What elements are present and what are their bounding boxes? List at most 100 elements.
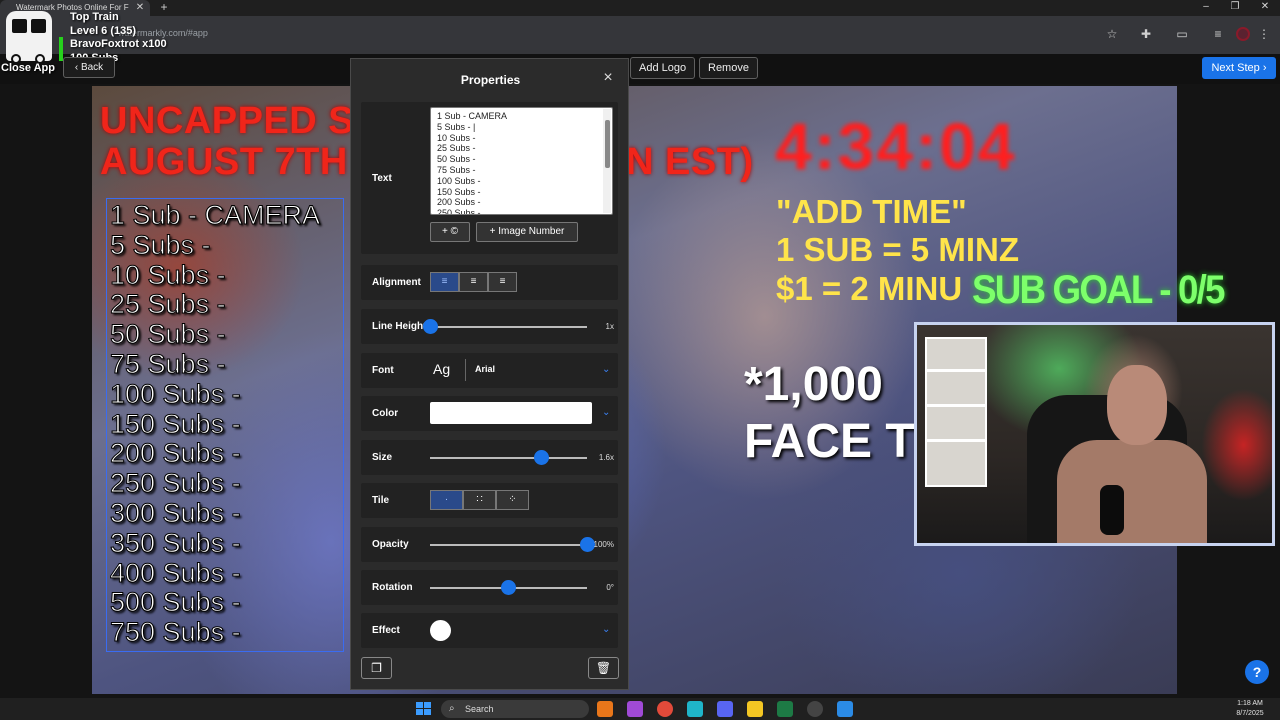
rotation-row: Rotation 0° [361, 570, 618, 605]
add-logo-button[interactable]: Add Logo [630, 57, 696, 79]
extensions-icon[interactable]: ✚ [1138, 26, 1154, 42]
tile-row: Tile · ∷ ⁘ [361, 483, 618, 518]
opacity-track [430, 544, 587, 546]
rotation-slider[interactable] [501, 580, 516, 595]
textarea-line: 1 Sub - CAMERA [437, 111, 508, 121]
tile-single-icon[interactable]: · [430, 490, 463, 510]
train-user: BravoFoxtrot x100 [70, 38, 167, 50]
trash-icon[interactable]: 🗑 [588, 657, 619, 679]
train-title: Top Train [70, 11, 119, 23]
alignment-row: Alignment ≡ ≡ ≡ [361, 265, 618, 300]
discord-icon[interactable] [717, 701, 733, 717]
train-icon [6, 11, 52, 64]
textarea-line: 150 Subs - [437, 186, 481, 197]
file-explorer-icon[interactable] [747, 701, 763, 717]
opacity-label: Opacity [372, 539, 409, 550]
white-text-line2: FACE T [744, 415, 915, 468]
effect-preview[interactable] [430, 620, 451, 641]
windows-start-icon[interactable] [416, 702, 432, 716]
textarea-scroll-thumb[interactable] [605, 120, 610, 168]
add-copyright-button[interactable]: + © [430, 222, 470, 242]
menu-dots-icon[interactable]: ⋮ [1256, 26, 1272, 42]
watermark-line: 1 Sub - CAMERA [109, 200, 321, 231]
new-tab-button[interactable]: + [158, 0, 170, 16]
red-banner-line1: UNCAPPED S [100, 100, 355, 142]
font-preview: Ag [433, 361, 451, 377]
next-step-button[interactable]: Next Step › [1202, 57, 1276, 79]
add-time-heading: "ADD TIME" [776, 193, 967, 230]
next-step-label: Next Step [1211, 62, 1260, 74]
bookmark-star-icon[interactable]: ☆ [1104, 26, 1120, 42]
browser-tab-bar: Watermark Photos Online For F ✕ + – ❐ ✕ [0, 0, 1280, 16]
chevron-down-icon[interactable]: ⌄ [602, 624, 610, 635]
textarea-line: 250 Subs - [437, 208, 481, 215]
tab-close-icon[interactable]: ✕ [134, 0, 146, 16]
tile-diagonal-icon[interactable]: ⁘ [496, 490, 529, 510]
close-window-icon[interactable]: ✕ [1250, 0, 1280, 16]
app-icon-teal[interactable] [687, 701, 703, 717]
system-clock[interactable]: 1:18 AM 8/7/2025 [1227, 699, 1273, 719]
photos-icon[interactable] [837, 701, 853, 717]
taskbar-search[interactable]: ⌕ Search [441, 700, 589, 718]
line-height-track [430, 326, 587, 328]
color-row: Color ⌄ [361, 396, 618, 431]
close-app-label[interactable]: Close App [1, 62, 55, 74]
cast-icon[interactable]: ▭ [1174, 26, 1190, 42]
line-height-slider[interactable] [422, 319, 438, 334]
alignment-label: Alignment [372, 277, 421, 288]
chevron-down-icon[interactable]: ⌄ [602, 407, 610, 418]
streamer-head [1107, 365, 1167, 445]
watermark-line: 25 Subs - [110, 289, 227, 320]
back-button[interactable]: ‹ Back [63, 57, 115, 78]
close-icon[interactable]: × [600, 70, 616, 86]
screen: Watermark Photos Online For F ✕ + – ❐ ✕ … [0, 0, 1280, 720]
watermark-line: 350 Subs - [110, 527, 242, 558]
watermark-line: 250 Subs - [110, 468, 242, 499]
shelf [925, 337, 987, 487]
textarea-line: 50 Subs - [437, 154, 476, 165]
maximize-icon[interactable]: ❐ [1220, 0, 1250, 16]
text-label: Text [372, 173, 392, 184]
white-text-line1: *1,000 [744, 358, 883, 411]
chevron-down-icon[interactable]: ⌄ [602, 364, 610, 375]
search-icon: ⌕ [449, 703, 455, 714]
media-icon[interactable]: ≡ [1210, 26, 1226, 42]
clock-date: 8/7/2025 [1236, 710, 1264, 717]
text-row: Text 1 Sub - CAMERA 5 Subs - | 10 Subs -25… [361, 102, 618, 254]
tile-grid-icon[interactable]: ∷ [463, 490, 496, 510]
chrome-icon[interactable] [657, 701, 673, 717]
streamer-body [1057, 440, 1207, 543]
webcam-overlay [914, 322, 1275, 546]
color-label: Color [372, 408, 399, 419]
add-image-number-button[interactable]: + Image Number [476, 222, 578, 242]
color-swatch[interactable] [430, 402, 592, 424]
font-select[interactable]: Arial [475, 364, 495, 374]
font-divider [465, 359, 466, 381]
watermark-line: 150 Subs - [110, 408, 242, 439]
vlc-icon[interactable] [597, 701, 613, 717]
minimize-icon[interactable]: – [1191, 0, 1221, 16]
remove-button[interactable]: Remove [699, 57, 758, 79]
effect-label: Effect [372, 625, 400, 636]
train-level: Level 6 (135) [70, 25, 137, 37]
rotation-label: Rotation [372, 582, 413, 593]
watermark-line: 500 Subs - [110, 587, 242, 618]
align-right-icon[interactable]: ≡ [488, 272, 517, 292]
dollar-rate-text: $1 = 2 MINU [776, 270, 963, 307]
watermark-line: 5 Subs - [110, 229, 212, 260]
profile-avatar[interactable] [1236, 27, 1250, 41]
countdown-timer: 4:34:04 [775, 109, 1017, 183]
copilot-icon[interactable] [627, 701, 643, 717]
address-bar: watermarkly.com/#app ☆ ✚ ▭ ≡ ⋮ [0, 16, 1280, 54]
duplicate-icon[interactable]: ❐ [361, 657, 392, 679]
align-center-icon[interactable]: ≡ [459, 272, 488, 292]
watermark-text-selection[interactable]: 1 Sub - CAMERA 5 Subs -10 Subs -25 Subs -… [106, 198, 344, 652]
align-left-icon[interactable]: ≡ [430, 272, 459, 292]
watermark-line: 75 Subs - [110, 349, 227, 380]
excel-icon[interactable] [777, 701, 793, 717]
help-icon[interactable]: ? [1245, 660, 1269, 684]
textarea-line: 25 Subs - [437, 143, 476, 154]
size-slider[interactable] [533, 450, 549, 465]
watermark-text-input[interactable]: 1 Sub - CAMERA 5 Subs - | 10 Subs -25 Subs… [430, 107, 613, 215]
obs-icon[interactable] [807, 701, 823, 717]
